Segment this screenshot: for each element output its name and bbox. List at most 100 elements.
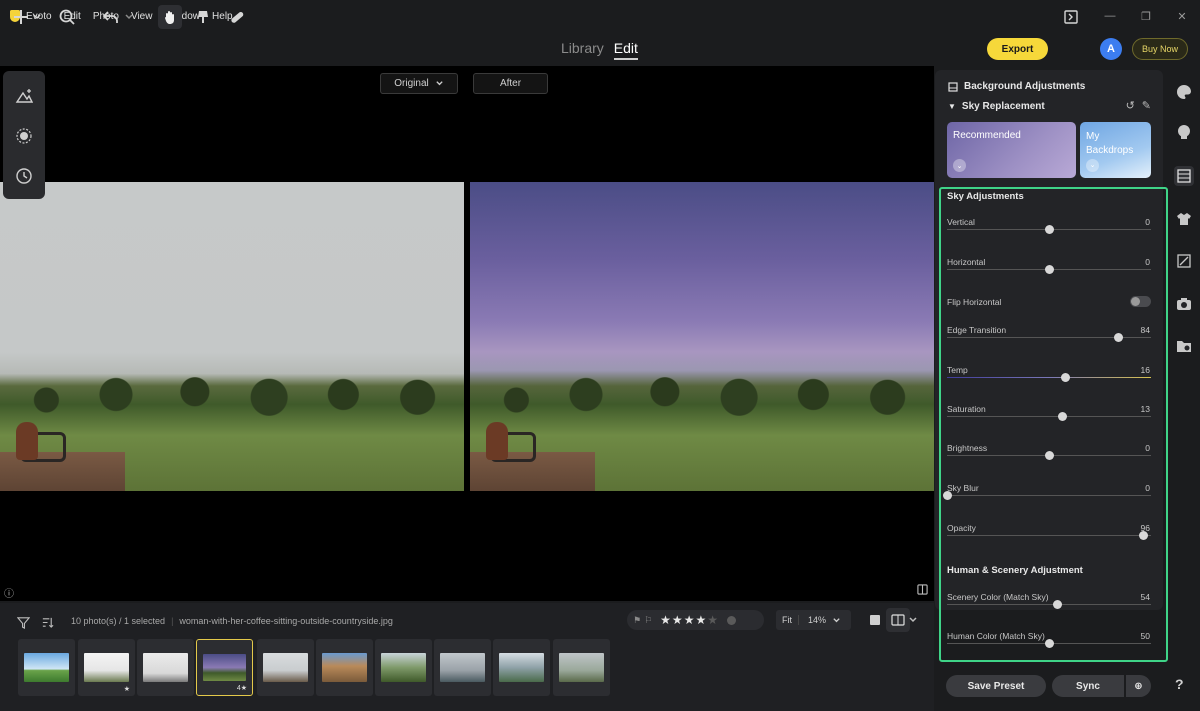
slider-value[interactable]: 16 xyxy=(1141,365,1150,375)
buy-now-button[interactable]: Buy Now xyxy=(1132,38,1188,60)
camera-icon[interactable] xyxy=(1174,294,1194,314)
slider-value[interactable]: 0 xyxy=(1145,483,1150,493)
reset-icon[interactable]: ↺ xyxy=(1126,99,1135,112)
slider-track[interactable] xyxy=(947,604,1151,605)
folder-settings-icon[interactable] xyxy=(1174,336,1194,356)
photo-thumbnail[interactable] xyxy=(434,639,491,696)
slider-knob[interactable] xyxy=(1045,451,1054,460)
color-label-icon[interactable] xyxy=(726,615,736,625)
add-icon[interactable] xyxy=(10,6,32,28)
slider-value[interactable]: 50 xyxy=(1141,631,1150,641)
original-view-dropdown[interactable]: Original xyxy=(380,73,458,94)
info-icon[interactable]: ⓘ xyxy=(4,585,14,600)
slider-value[interactable]: 0 xyxy=(1145,217,1150,227)
slider-knob[interactable] xyxy=(1045,265,1054,274)
flag-pick-icon[interactable]: ⚑ xyxy=(633,615,641,626)
slider-track[interactable] xyxy=(947,416,1151,417)
split-view-icon[interactable] xyxy=(917,584,928,598)
image-canvas[interactable]: Original After ⓘ xyxy=(0,66,934,601)
my-backdrops-card[interactable]: My Backdrops ⌄ xyxy=(1080,122,1151,178)
slider-value[interactable]: 84 xyxy=(1141,325,1150,335)
help-icon[interactable]: ? xyxy=(1175,676,1184,692)
expand-chevron-icon[interactable]: ⌄ xyxy=(1086,159,1099,172)
filter-icon[interactable] xyxy=(12,611,34,633)
expand-chevron-icon[interactable]: ⌄ xyxy=(953,159,966,172)
slider-track[interactable] xyxy=(947,495,1151,496)
slider-knob[interactable] xyxy=(1058,412,1068,421)
slider-track[interactable] xyxy=(947,377,1151,378)
crop-transform-icon[interactable] xyxy=(1174,251,1194,271)
star-icon[interactable]: ★ xyxy=(684,613,695,627)
search-icon[interactable] xyxy=(56,6,78,28)
recommended-card[interactable]: Recommended ⌄ xyxy=(947,122,1076,178)
export-button[interactable]: Export xyxy=(987,38,1048,60)
photo-thumbnail[interactable] xyxy=(316,639,373,696)
hand-tool-icon[interactable] xyxy=(158,5,182,29)
slider-knob[interactable] xyxy=(1053,600,1063,609)
star-icon[interactable]: ★ xyxy=(707,613,718,627)
flip-horizontal-toggle[interactable] xyxy=(1130,296,1151,307)
sync-button[interactable]: Sync xyxy=(1052,675,1124,697)
undo-icon[interactable] xyxy=(100,6,122,28)
photo-thumbnail[interactable] xyxy=(137,639,194,696)
slider-knob[interactable] xyxy=(1045,225,1054,234)
history-icon[interactable] xyxy=(13,165,35,187)
slider-track[interactable] xyxy=(947,535,1151,536)
slider-value[interactable]: 54 xyxy=(1141,592,1150,602)
photo-thumbnail[interactable] xyxy=(18,639,75,696)
tab-edit[interactable]: Edit xyxy=(613,40,638,60)
slider-value[interactable]: 0 xyxy=(1145,443,1150,453)
slider-knob[interactable] xyxy=(1138,531,1148,540)
slider-row: Human Color (Match Sky) 50 xyxy=(947,631,1151,651)
slider-knob[interactable] xyxy=(943,491,952,500)
slider-value[interactable]: 0 xyxy=(1145,257,1150,267)
flag-reject-icon[interactable]: ⚐ xyxy=(644,615,652,626)
close-icon[interactable]: ✕ xyxy=(1164,10,1200,23)
zoom-chevron-icon[interactable] xyxy=(832,616,841,625)
slider-knob[interactable] xyxy=(1045,639,1054,648)
slider-knob[interactable] xyxy=(1114,333,1124,342)
star-rating[interactable]: ★★★★★ xyxy=(660,611,719,629)
slider-knob[interactable] xyxy=(1061,373,1071,382)
photo-thumbnail[interactable] xyxy=(375,639,432,696)
zoom-value[interactable]: 14% xyxy=(799,615,826,625)
human-scenery-title: Human & Scenery Adjustment xyxy=(947,565,1083,576)
slider-label: Scenery Color (Match Sky) xyxy=(947,592,1049,602)
landscape-ai-icon[interactable] xyxy=(13,85,35,107)
view-mode-chevron-icon[interactable] xyxy=(906,609,920,631)
photo-thumbnail[interactable]: 4★ xyxy=(196,639,253,696)
brush-tool-icon[interactable] xyxy=(192,6,214,28)
focus-circle-icon[interactable] xyxy=(13,125,35,147)
save-preset-button[interactable]: Save Preset xyxy=(946,675,1046,697)
single-view-icon[interactable] xyxy=(864,609,886,631)
sky-replacement-header[interactable]: ▼ Sky Replacement xyxy=(948,101,1045,112)
after-view-button[interactable]: After xyxy=(473,73,548,94)
clothing-icon[interactable] xyxy=(1174,209,1194,229)
evoto-app: Evoto Edit Photo View Window Help — ❐ ✕ … xyxy=(0,0,1200,711)
palette-icon[interactable] xyxy=(1174,82,1194,102)
section-actions: ↺ ✎ xyxy=(1126,99,1151,112)
minimize-icon[interactable]: — xyxy=(1092,10,1128,22)
chevron-down-icon[interactable] xyxy=(30,6,44,28)
star-icon[interactable]: ★ xyxy=(695,613,706,627)
star-icon[interactable]: ★ xyxy=(660,613,671,627)
fit-button[interactable]: Fit xyxy=(776,615,799,625)
zoom-controls: Fit 14% xyxy=(776,610,851,630)
edit-pencil-icon[interactable]: ✎ xyxy=(1142,99,1151,112)
undo-history-chevron-icon[interactable] xyxy=(122,6,136,28)
photo-thumbnail[interactable] xyxy=(553,639,610,696)
background-adjust-icon[interactable] xyxy=(1174,166,1194,186)
sort-icon[interactable] xyxy=(36,611,58,633)
avatar[interactable]: A xyxy=(1100,38,1122,60)
slider-value[interactable]: 13 xyxy=(1141,404,1150,414)
photo-thumbnail[interactable] xyxy=(493,639,550,696)
photo-thumbnail[interactable]: ★ xyxy=(78,639,135,696)
photo-thumbnail[interactable] xyxy=(257,639,314,696)
face-retouch-icon[interactable] xyxy=(1174,122,1194,142)
tab-library[interactable]: Library xyxy=(561,40,604,60)
bandage-icon[interactable] xyxy=(226,6,248,28)
sidebar-toggle-icon[interactable] xyxy=(1060,6,1082,28)
star-icon[interactable]: ★ xyxy=(672,613,683,627)
sync-options-icon[interactable]: ⊕ xyxy=(1126,675,1151,697)
maximize-icon[interactable]: ❐ xyxy=(1128,10,1164,23)
